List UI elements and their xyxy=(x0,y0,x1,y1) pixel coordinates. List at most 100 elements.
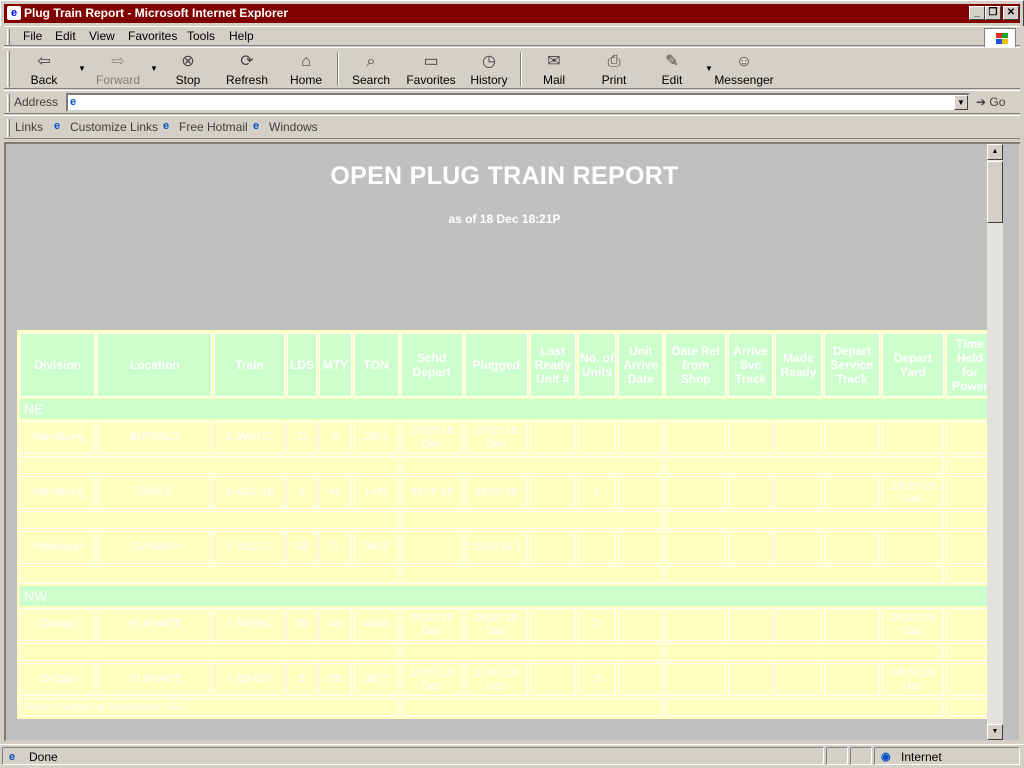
remarks-row: Power changed at Beardstown 1502 xyxy=(20,698,994,716)
table-cell xyxy=(728,608,774,641)
table-cell: 15:00 18 Dec xyxy=(464,421,528,454)
menu-grip xyxy=(7,29,10,45)
menu-file[interactable]: File xyxy=(23,29,42,43)
forward-dropdown-icon[interactable]: ▼ xyxy=(150,64,158,73)
link-free-hotmail[interactable]: e Free Hotmail xyxy=(163,120,248,134)
edit-button[interactable]: ✎ Edit xyxy=(658,52,686,88)
table-cell: Harrisburg xyxy=(20,476,96,509)
go-button[interactable]: ➔ Go xyxy=(976,95,1005,109)
table-cell xyxy=(665,476,727,509)
ie-icon: e xyxy=(7,6,21,20)
menu-view[interactable]: View xyxy=(89,29,115,43)
column-header: Last Ready Unit # xyxy=(529,333,576,397)
table-cell xyxy=(529,663,576,696)
table-cell: 4068 xyxy=(353,608,399,641)
column-header: Division xyxy=(20,333,96,397)
table-cell xyxy=(665,421,727,454)
address-input[interactable]: e ▼ xyxy=(66,93,970,112)
remarks-row xyxy=(20,511,994,529)
search-button[interactable]: ⌕ Search xyxy=(348,52,394,88)
scroll-up-icon[interactable]: ▲ xyxy=(987,144,1003,160)
scroll-down-icon[interactable]: ▼ xyxy=(987,724,1003,740)
messenger-button[interactable]: ☺ Messenger xyxy=(714,52,774,88)
table-cell xyxy=(881,531,944,564)
column-header: Unit Arrive Date xyxy=(618,333,664,397)
spacer-cell xyxy=(665,698,944,716)
table-row: Pittsburgh CONWAY 1-SC12-1 43 0 3858 15:00 18 … xyxy=(20,531,994,564)
print-icon: ⎙ xyxy=(607,53,621,70)
column-header: Depart Service Track xyxy=(823,333,880,397)
column-header: Schd Depart xyxy=(400,333,463,397)
table-cell: 3817 xyxy=(353,663,399,696)
stop-label: Stop xyxy=(175,73,201,87)
table-cell: 1-XG2-18 xyxy=(214,476,285,509)
column-header: LDS xyxy=(286,333,318,397)
link-customize-links[interactable]: e Customize Links xyxy=(54,120,158,134)
spacer-cell xyxy=(400,698,664,716)
table-cell: ELKHART xyxy=(97,663,213,696)
status-zone-label: Internet xyxy=(901,750,942,764)
table-cell: 09:30 18 Dec xyxy=(400,608,463,641)
column-header: MTY xyxy=(319,333,352,397)
spacer-cell xyxy=(400,511,664,529)
go-arrow-icon: ➔ xyxy=(976,95,987,109)
table-cell: 58 xyxy=(319,663,352,696)
link-label: Customize Links xyxy=(70,120,159,134)
history-button[interactable]: ◷ History xyxy=(468,52,510,88)
restore-button[interactable]: ❐ xyxy=(985,6,1001,20)
table-cell: 15:00 18 Dec xyxy=(400,421,463,454)
edit-dropdown-icon[interactable]: ▼ xyxy=(705,64,713,73)
address-dropdown-icon[interactable]: ▼ xyxy=(954,95,968,110)
mail-button[interactable]: ✉ Mail xyxy=(536,52,572,88)
remarks-cell xyxy=(20,456,399,474)
vertical-scrollbar[interactable]: ▲ ▼ xyxy=(987,144,1003,740)
toolbar-grip xyxy=(7,51,10,87)
back-dropdown-icon[interactable]: ▼ xyxy=(78,64,86,73)
scroll-thumb[interactable] xyxy=(987,161,1003,223)
menu-edit[interactable]: Edit xyxy=(55,29,76,43)
minimize-button[interactable]: _ xyxy=(969,6,985,20)
print-button[interactable]: ⎙ Print xyxy=(598,52,630,88)
address-label: Address xyxy=(14,95,59,109)
close-button[interactable]: ✕ xyxy=(1003,6,1019,20)
table-cell xyxy=(618,476,664,509)
table-cell xyxy=(823,608,880,641)
table-cell: 43 xyxy=(286,531,318,564)
table-cell xyxy=(665,608,727,641)
table-cell: 08:00 18 xyxy=(400,476,463,509)
search-label: Search xyxy=(351,73,391,87)
table-cell xyxy=(665,531,727,564)
status-lock-cell xyxy=(850,747,872,765)
table-cell xyxy=(775,531,822,564)
page-done-icon: e xyxy=(9,751,16,763)
table-cell xyxy=(775,476,822,509)
refresh-button[interactable]: ⟳ Refresh xyxy=(224,52,270,88)
table-cell: 3 xyxy=(577,663,617,696)
edit-label: Edit xyxy=(661,73,683,87)
table-cell xyxy=(823,421,880,454)
back-button[interactable]: ⇦ Back xyxy=(24,52,64,88)
menu-favorites[interactable]: Favorites xyxy=(128,29,177,43)
link-windows[interactable]: e Windows xyxy=(253,120,318,134)
favorites-button[interactable]: ▭ Favorites xyxy=(406,52,456,88)
spacer-cell xyxy=(665,643,944,661)
home-button[interactable]: ⌂ Home xyxy=(286,52,326,88)
table-cell: 1-SC12-1 xyxy=(214,531,285,564)
table-cell: 2801 xyxy=(353,421,399,454)
forward-label: Forward xyxy=(95,73,140,87)
remarks-cell xyxy=(20,566,399,584)
table-cell xyxy=(618,421,664,454)
menu-help[interactable]: Help xyxy=(229,29,254,43)
menu-tools[interactable]: Tools xyxy=(187,29,215,43)
table-cell: 41 xyxy=(319,476,352,509)
stop-button[interactable]: ⊗ Stop xyxy=(168,52,208,88)
forward-button[interactable]: ⇨ Forward xyxy=(93,52,143,88)
edit-icon: ✎ xyxy=(665,53,679,70)
table-row: Harrisburg BUFFALO 1-9WHT1 31 0 2801 15:00 18 … xyxy=(20,421,994,454)
ie-link-icon: e xyxy=(253,120,260,132)
table-cell: ERIE,E xyxy=(97,476,213,509)
table-cell xyxy=(823,663,880,696)
status-text: Done xyxy=(29,750,58,764)
table-cell xyxy=(775,608,822,641)
table-body: NE Harrisburg BUFFALO 1-9WHT1 31 0 2801 15:00 1… xyxy=(20,399,994,716)
